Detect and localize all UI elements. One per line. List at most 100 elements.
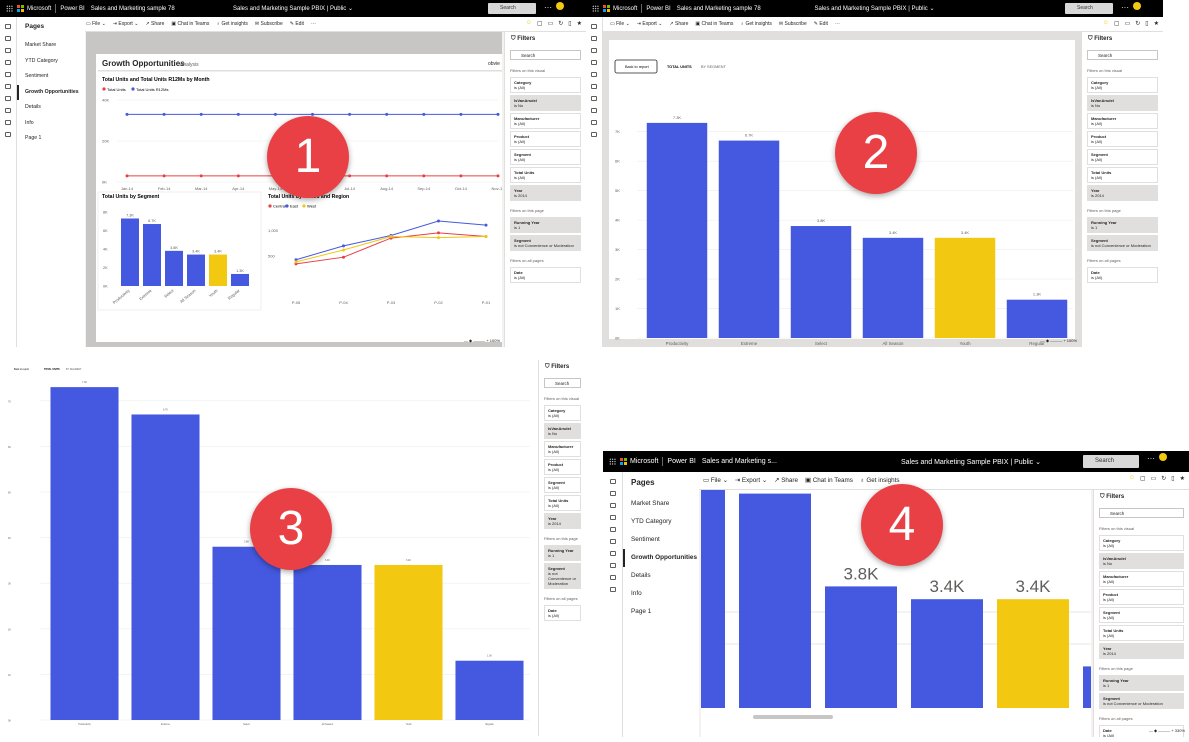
export-menu[interactable]: ⇥ Export ⌄ [113, 21, 139, 27]
teams-button[interactable]: ▣ Chat in Teams [805, 477, 853, 484]
create-icon[interactable] [591, 72, 597, 77]
filter-card[interactable]: Category is (All) [544, 405, 581, 421]
filter-card[interactable]: Manufacturer is (All) [544, 441, 581, 457]
page-tab[interactable]: YTD Category [17, 54, 85, 70]
apps-icon[interactable] [591, 108, 597, 113]
filter-card[interactable]: Total Units is (All) [1087, 167, 1158, 183]
page-tab[interactable]: Page 1 [17, 131, 85, 147]
insights-button[interactable]: ♁ Get insights [740, 21, 772, 27]
filter-card[interactable]: Category is (All) [1087, 77, 1158, 93]
filter-card[interactable]: Year is 2014 [544, 513, 581, 529]
page-tab[interactable]: Growth Opportunities [623, 549, 699, 567]
filter-card[interactable]: Segment is (All) [544, 477, 581, 493]
filter-card[interactable]: Year is 2014 [510, 185, 581, 201]
export-menu[interactable]: ⇥ Export ⌄ [637, 21, 663, 27]
search-box[interactable]: Search [488, 3, 536, 14]
teams-button[interactable]: ▣ Chat in Teams [171, 21, 209, 27]
filter-card[interactable]: Segment is (All) [510, 149, 581, 165]
learn-icon[interactable] [609, 575, 616, 580]
hamburger-icon[interactable] [5, 24, 11, 29]
zoom-slider[interactable]: — ◆ ——— + 100% [1007, 338, 1077, 344]
filter-card[interactable]: Segment is not Convenience or Moderation [510, 235, 581, 251]
filter-card[interactable]: Total Units is (All) [1099, 625, 1184, 641]
more-icon[interactable]: ··· [1121, 3, 1129, 12]
create-icon[interactable] [5, 72, 11, 77]
chat-icon[interactable]: ▢ [1114, 20, 1120, 27]
page-tab[interactable]: Info [17, 116, 85, 132]
app-launcher-icon[interactable] [609, 458, 616, 465]
workspaces-icon[interactable] [591, 132, 597, 137]
product-label[interactable]: Power BI [60, 6, 84, 12]
filter-card[interactable]: Segment is not Convenience or Moderation [1087, 235, 1158, 251]
home-icon[interactable] [5, 36, 11, 41]
notification-icon[interactable] [556, 2, 564, 10]
datasets-icon[interactable] [5, 84, 11, 89]
bookmark-icon[interactable]: ▯ [568, 20, 571, 27]
filter-card[interactable]: Segment is (All) [1087, 149, 1158, 165]
apps-icon[interactable] [609, 563, 616, 568]
chat-icon[interactable]: ▢ [537, 20, 543, 27]
filter-card[interactable]: Product is (All) [1087, 131, 1158, 147]
refresh-icon[interactable]: ↻ [1161, 475, 1166, 482]
apps-icon[interactable] [5, 108, 11, 113]
workspaces-icon[interactable] [5, 132, 11, 137]
create-icon[interactable] [609, 527, 616, 532]
filter-card[interactable]: Running Year is 1 [510, 217, 581, 233]
edit-button[interactable]: ✎ Edit [814, 21, 828, 27]
emoji-icon[interactable]: ☺ [1129, 475, 1135, 482]
filter-card[interactable]: Date is (All) [544, 605, 581, 621]
filter-search-input[interactable]: Search [544, 378, 581, 388]
filter-card[interactable]: Product is (All) [510, 131, 581, 147]
favorite-icon[interactable]: ★ [1180, 475, 1185, 482]
workspace-label[interactable]: Sales and Marketing sample 78 [91, 6, 175, 12]
datasets-icon[interactable] [591, 84, 597, 89]
filter-card[interactable]: Date is (All) [1087, 267, 1158, 283]
page-tab[interactable]: Sentiment [17, 69, 85, 85]
product-label[interactable]: Power BI [667, 458, 695, 465]
product-label[interactable]: Power BI [646, 6, 670, 12]
filter-search-input[interactable]: Search [1099, 508, 1184, 518]
page-tab[interactable]: Growth Opportunities [17, 84, 85, 100]
subscribe-button[interactable]: ✉ Subscribe [255, 21, 283, 27]
visibility-label[interactable]: Public [1014, 459, 1033, 466]
search-box[interactable]: Search [1065, 3, 1113, 14]
page-tab[interactable]: Market Share [17, 38, 85, 54]
favorite-icon[interactable]: ★ [1154, 20, 1159, 27]
filter-card[interactable]: IsVanArsdel is No [544, 423, 581, 439]
filter-card[interactable]: Segment is not Convenience or Moderation [1099, 693, 1184, 709]
recent-icon[interactable] [609, 515, 616, 520]
bookmark-icon[interactable]: ▯ [1145, 20, 1148, 27]
refresh-icon[interactable]: ↻ [1135, 20, 1140, 27]
filter-card[interactable]: Date is (All) [510, 267, 581, 283]
more-icon[interactable]: ··· [544, 3, 552, 12]
emoji-icon[interactable]: ☺ [1103, 20, 1109, 27]
teams-button[interactable]: ▣ Chat in Teams [695, 21, 733, 27]
refresh-icon[interactable]: ↻ [558, 20, 563, 27]
filter-card[interactable]: Total Units is (All) [544, 495, 581, 511]
notification-icon[interactable] [1133, 2, 1141, 10]
filter-search-input[interactable]: Search [510, 50, 581, 60]
recent-icon[interactable] [5, 60, 11, 65]
app-launcher-icon[interactable] [592, 5, 599, 12]
page-tab[interactable]: Sentiment [623, 531, 699, 549]
learn-icon[interactable] [591, 120, 597, 125]
share-button[interactable]: ↗ Share [774, 477, 798, 484]
app-launcher-icon[interactable] [6, 5, 13, 12]
filter-card[interactable]: Manufacturer is (All) [1087, 113, 1158, 129]
search-box[interactable]: Search [1083, 455, 1139, 468]
filter-search-input[interactable]: Search [1087, 50, 1158, 60]
zoom-slider[interactable]: — ◆ ——— + 330% [1095, 728, 1185, 734]
zoom-slider[interactable]: — ◆ ——— + 100% [430, 338, 500, 344]
share-button[interactable]: ↗ Share [669, 21, 688, 27]
subscribe-button[interactable]: ✉ Subscribe [779, 21, 807, 27]
home-icon[interactable] [609, 491, 616, 496]
filter-card[interactable]: Running Year is 1 [1087, 217, 1158, 233]
filter-card[interactable]: Manufacturer is (All) [1099, 571, 1184, 587]
workspaces-icon[interactable] [609, 587, 616, 592]
filter-card[interactable]: Year is 2014 [1099, 643, 1184, 659]
filter-card[interactable]: Total Units is (All) [510, 167, 581, 183]
datasets-icon[interactable] [609, 539, 616, 544]
favorite-icon[interactable]: ★ [577, 20, 582, 27]
filter-card[interactable]: IsVanArsdel is No [1099, 553, 1184, 569]
view-icon[interactable]: ▭ [1151, 475, 1157, 482]
